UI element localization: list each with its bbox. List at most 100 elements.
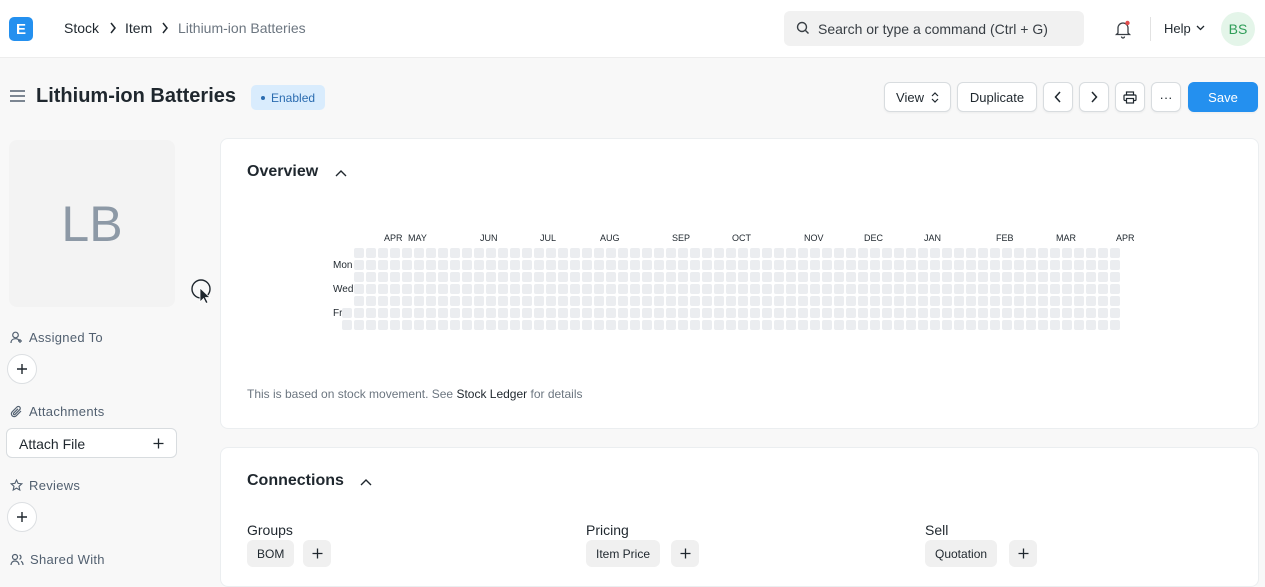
heatmap-day-cell[interactable] — [498, 260, 508, 270]
heatmap-day-cell[interactable] — [366, 296, 376, 306]
heatmap-day-cell[interactable] — [750, 284, 760, 294]
heatmap-day-cell[interactable] — [534, 320, 544, 330]
heatmap-day-cell[interactable] — [390, 284, 400, 294]
heatmap-day-cell[interactable] — [402, 248, 412, 258]
heatmap-day-cell[interactable] — [846, 296, 856, 306]
heatmap-day-cell[interactable] — [1026, 296, 1036, 306]
heatmap-day-cell[interactable] — [882, 308, 892, 318]
heatmap-day-cell[interactable] — [498, 248, 508, 258]
heatmap-day-cell[interactable] — [534, 248, 544, 258]
heatmap-day-cell[interactable] — [1086, 272, 1096, 282]
heatmap-day-cell[interactable] — [810, 260, 820, 270]
heatmap-day-cell[interactable] — [438, 248, 448, 258]
heatmap-day-cell[interactable] — [438, 284, 448, 294]
heatmap-day-cell[interactable] — [654, 284, 664, 294]
heatmap-day-cell[interactable] — [450, 248, 460, 258]
heatmap-day-cell[interactable] — [606, 296, 616, 306]
heatmap-day-cell[interactable] — [846, 308, 856, 318]
heatmap-day-cell[interactable] — [834, 260, 844, 270]
heatmap-day-cell[interactable] — [1002, 308, 1012, 318]
heatmap-day-cell[interactable] — [570, 260, 580, 270]
heatmap-day-cell[interactable] — [702, 248, 712, 258]
heatmap-day-cell[interactable] — [1062, 248, 1072, 258]
heatmap-day-cell[interactable] — [666, 296, 676, 306]
heatmap-day-cell[interactable] — [426, 272, 436, 282]
heatmap-day-cell[interactable] — [954, 260, 964, 270]
heatmap-day-cell[interactable] — [666, 284, 676, 294]
heatmap-day-cell[interactable] — [1014, 296, 1024, 306]
heatmap-day-cell[interactable] — [1002, 320, 1012, 330]
heatmap-day-cell[interactable] — [942, 320, 952, 330]
heatmap-day-cell[interactable] — [630, 248, 640, 258]
connection-link-bom[interactable]: BOM — [247, 540, 295, 567]
heatmap-day-cell[interactable] — [906, 296, 916, 306]
heatmap-day-cell[interactable] — [474, 308, 484, 318]
heatmap-day-cell[interactable] — [558, 272, 568, 282]
heatmap-day-cell[interactable] — [474, 296, 484, 306]
heatmap-day-cell[interactable] — [546, 260, 556, 270]
heatmap-day-cell[interactable] — [462, 248, 472, 258]
heatmap-day-cell[interactable] — [606, 248, 616, 258]
heatmap-day-cell[interactable] — [1050, 320, 1060, 330]
heatmap-day-cell[interactable] — [798, 296, 808, 306]
heatmap-day-cell[interactable] — [654, 320, 664, 330]
heatmap-day-cell[interactable] — [870, 284, 880, 294]
heatmap-day-cell[interactable] — [978, 260, 988, 270]
chevron-up-icon[interactable] — [360, 478, 372, 486]
help-menu[interactable]: Help — [1164, 21, 1191, 36]
heatmap-day-cell[interactable] — [690, 308, 700, 318]
heatmap-day-cell[interactable] — [858, 320, 868, 330]
heatmap-day-cell[interactable] — [930, 248, 940, 258]
heatmap-day-cell[interactable] — [342, 320, 352, 330]
heatmap-day-cell[interactable] — [894, 260, 904, 270]
heatmap-day-cell[interactable] — [414, 308, 424, 318]
heatmap-day-cell[interactable] — [822, 272, 832, 282]
heatmap-day-cell[interactable] — [798, 320, 808, 330]
heatmap-day-cell[interactable] — [798, 260, 808, 270]
heatmap-day-cell[interactable] — [1110, 248, 1120, 258]
heatmap-day-cell[interactable] — [798, 248, 808, 258]
heatmap-day-cell[interactable] — [726, 248, 736, 258]
heatmap-day-cell[interactable] — [594, 248, 604, 258]
heatmap-day-cell[interactable] — [678, 284, 688, 294]
heatmap-day-cell[interactable] — [870, 248, 880, 258]
heatmap-day-cell[interactable] — [1110, 260, 1120, 270]
heatmap-day-cell[interactable] — [954, 308, 964, 318]
heatmap-day-cell[interactable] — [966, 296, 976, 306]
heatmap-day-cell[interactable] — [1098, 260, 1108, 270]
heatmap-day-cell[interactable] — [570, 308, 580, 318]
heatmap-day-cell[interactable] — [402, 260, 412, 270]
breadcrumb-current[interactable]: Lithium-ion Batteries — [178, 20, 306, 36]
heatmap-day-cell[interactable] — [642, 260, 652, 270]
heatmap-day-cell[interactable] — [822, 296, 832, 306]
heatmap-day-cell[interactable] — [738, 296, 748, 306]
heatmap-day-cell[interactable] — [798, 272, 808, 282]
heatmap-day-cell[interactable] — [618, 284, 628, 294]
heatmap-day-cell[interactable] — [1098, 272, 1108, 282]
heatmap-day-cell[interactable] — [642, 248, 652, 258]
heatmap-day-cell[interactable] — [402, 284, 412, 294]
heatmap-day-cell[interactable] — [534, 308, 544, 318]
heatmap-day-cell[interactable] — [702, 272, 712, 282]
heatmap-day-cell[interactable] — [534, 272, 544, 282]
heatmap-day-cell[interactable] — [558, 284, 568, 294]
heatmap-day-cell[interactable] — [894, 308, 904, 318]
heatmap-day-cell[interactable] — [630, 296, 640, 306]
heatmap-day-cell[interactable] — [1098, 296, 1108, 306]
heatmap-day-cell[interactable] — [510, 284, 520, 294]
heatmap-day-cell[interactable] — [666, 248, 676, 258]
heatmap-day-cell[interactable] — [510, 296, 520, 306]
heatmap-day-cell[interactable] — [1098, 248, 1108, 258]
heatmap-day-cell[interactable] — [786, 272, 796, 282]
heatmap-day-cell[interactable] — [678, 260, 688, 270]
heatmap-day-cell[interactable] — [1110, 272, 1120, 282]
heatmap-day-cell[interactable] — [774, 308, 784, 318]
heatmap-day-cell[interactable] — [702, 296, 712, 306]
heatmap-day-cell[interactable] — [558, 296, 568, 306]
heatmap-day-cell[interactable] — [822, 320, 832, 330]
heatmap-day-cell[interactable] — [522, 320, 532, 330]
heatmap-day-cell[interactable] — [858, 284, 868, 294]
heatmap-day-cell[interactable] — [630, 260, 640, 270]
heatmap-day-cell[interactable] — [990, 308, 1000, 318]
heatmap-day-cell[interactable] — [942, 284, 952, 294]
